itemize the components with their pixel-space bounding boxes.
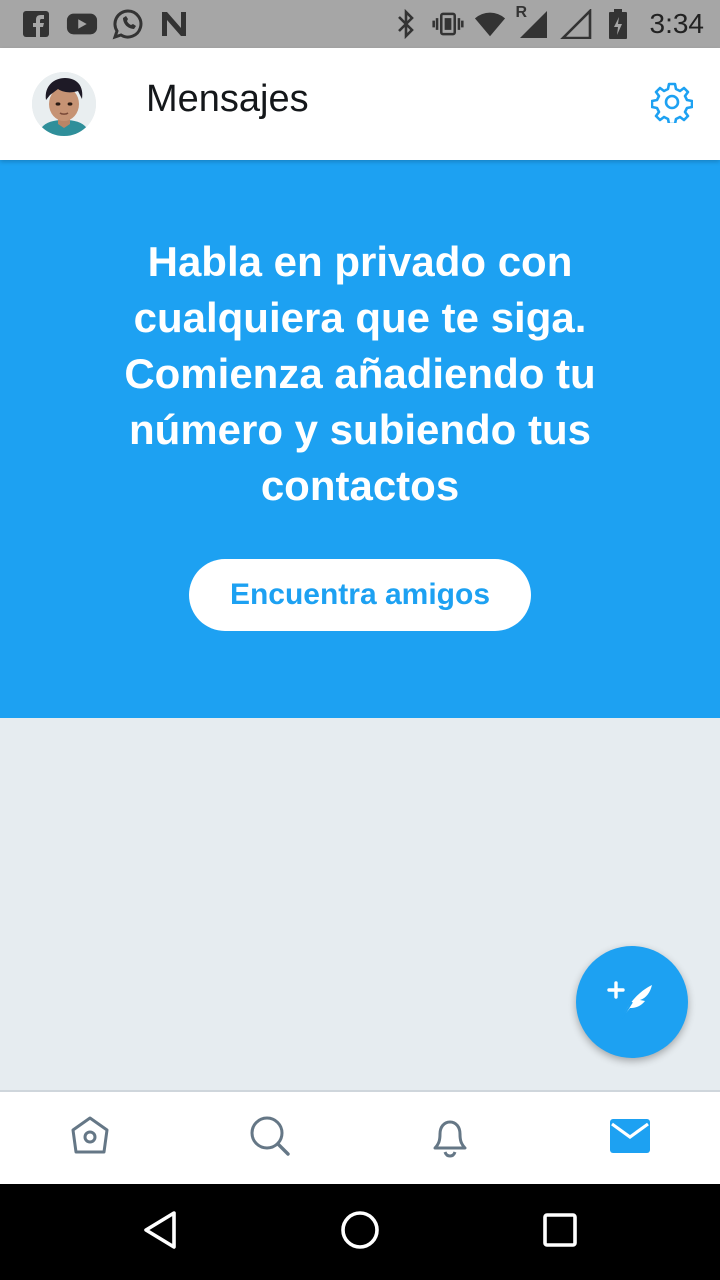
settings-button[interactable] [648,80,696,128]
mail-icon [608,1117,652,1160]
status-bar: R 3:34 [0,0,720,48]
whatsapp-icon [112,8,144,40]
back-icon [140,1209,180,1256]
signal-icon [559,8,592,40]
compose-message-icon [604,972,660,1033]
avatar[interactable] [32,72,96,136]
system-back-button[interactable] [130,1202,190,1262]
promo-text: Habla en privado con cualquiera que te s… [124,238,596,509]
battery-icon [602,8,634,40]
recents-icon [540,1210,580,1255]
signal-roaming-icon: R [516,4,550,40]
system-navigation-bar [0,1184,720,1280]
find-friends-button[interactable]: Encuentra amigos [189,559,531,631]
nav-search[interactable] [180,1092,360,1184]
compose-message-button[interactable] [576,946,688,1058]
promo-banner: Habla en privado con cualquiera que te s… [0,160,720,718]
bell-icon [427,1113,473,1164]
vibrate-icon [431,8,464,40]
gear-icon [650,81,694,128]
roaming-label: R [515,4,528,21]
n-app-icon [158,8,190,40]
system-recents-button[interactable] [530,1202,590,1262]
nav-messages[interactable] [540,1092,720,1184]
home-icon [67,1114,113,1163]
nav-home[interactable] [0,1092,180,1184]
page-title: Mensajes [146,78,309,120]
bluetooth-icon [390,8,422,40]
status-time: 3:34 [649,8,705,39]
search-icon [247,1113,293,1164]
system-home-button[interactable] [330,1202,390,1262]
home-circle-icon [339,1209,381,1256]
youtube-icon [66,8,98,40]
app-header: Mensajes [0,48,720,160]
wifi-icon [474,8,506,40]
facebook-icon [20,8,52,40]
nav-notifications[interactable] [360,1092,540,1184]
bottom-nav [0,1090,720,1184]
